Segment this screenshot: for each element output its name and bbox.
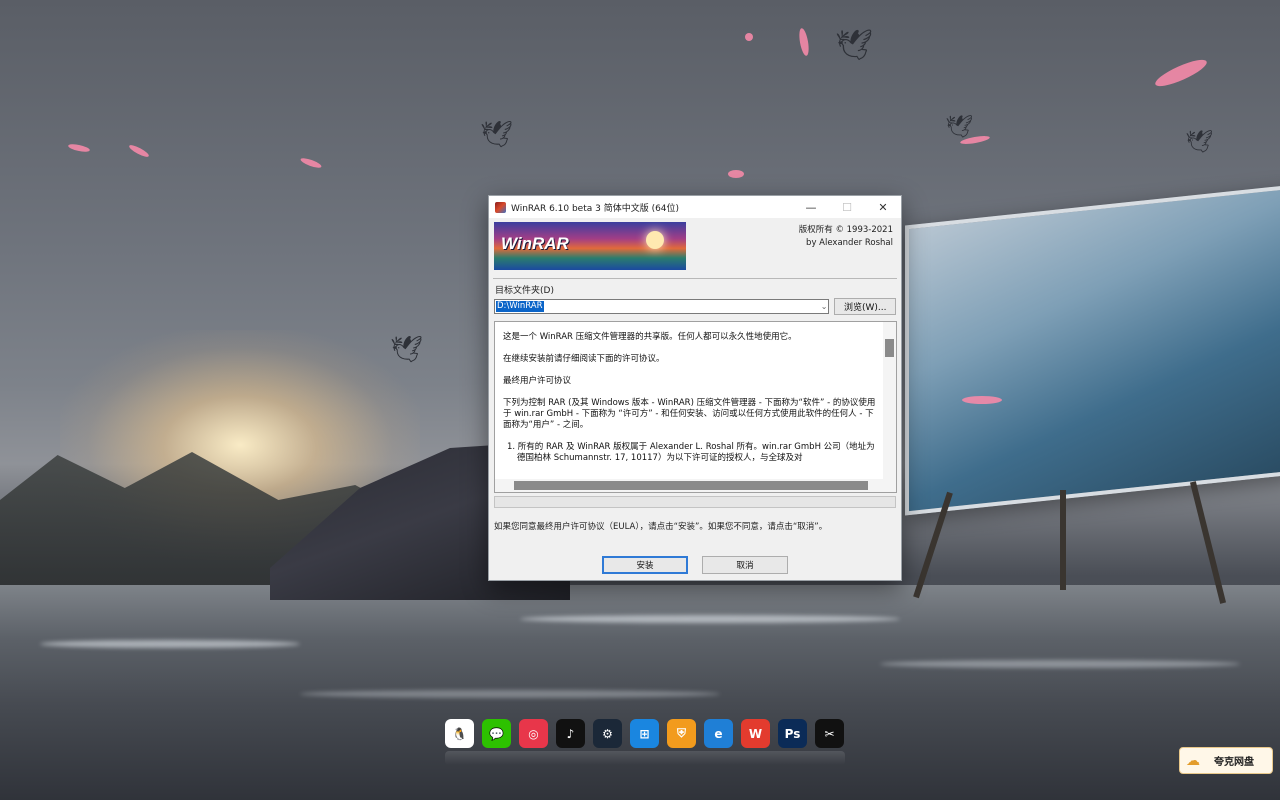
install-button[interactable]: 安装 bbox=[602, 556, 688, 574]
vertical-scroll-thumb[interactable] bbox=[885, 339, 894, 357]
winrar-setup-dialog: WinRAR 6.10 beta 3 简体中文版 (64位) — ☐ ✕ Win… bbox=[488, 195, 902, 581]
dialog-button-row: 安装 取消 bbox=[489, 556, 901, 574]
copyright-author: by Alexander Roshal bbox=[806, 238, 893, 248]
horizontal-scroll-thumb[interactable] bbox=[514, 481, 868, 490]
windows-icon[interactable]: ⊞ bbox=[630, 719, 659, 748]
edge-icon[interactable]: e bbox=[704, 719, 733, 748]
netease-music-icon[interactable]: ◎ bbox=[519, 719, 548, 748]
taskbar: 🐧 💬 ◎ ♪ ⚙ ⊞ ⛨ e W Ps ✂ bbox=[445, 719, 844, 751]
dialog-title: WinRAR 6.10 beta 3 简体中文版 (64位) bbox=[511, 203, 680, 214]
close-button[interactable]: ✕ bbox=[865, 196, 901, 218]
copyright-line: 版权所有 © 1993-2021 bbox=[798, 225, 893, 235]
license-paragraph: 下列为控制 RAR (及其 Windows 版本 - WinRAR) 压缩文件管… bbox=[503, 398, 876, 430]
maximize-button: ☐ bbox=[842, 200, 852, 214]
taskbar-reflection bbox=[445, 751, 845, 765]
scrollbar-corner bbox=[883, 479, 896, 492]
dialog-header: WinRAR 版权所有 © 1993-2021 by Alexander Ros… bbox=[489, 218, 901, 278]
security-shield-icon[interactable]: ⛨ bbox=[667, 719, 696, 748]
wallpaper-foam bbox=[880, 660, 1240, 668]
petal bbox=[67, 142, 91, 154]
petal bbox=[127, 143, 151, 159]
eula-hint: 如果您同意最终用户许可协议（EULA），请点击“安装”。如果您不同意，请点击“取… bbox=[494, 522, 828, 532]
petal bbox=[962, 396, 1002, 404]
bird: 🕊 bbox=[390, 335, 424, 365]
petal bbox=[1152, 55, 1210, 91]
chevron-down-icon[interactable]: ⌄ bbox=[821, 300, 828, 313]
petal bbox=[745, 33, 753, 41]
destination-folder-label: 目标文件夹(D) bbox=[495, 286, 554, 296]
wallpaper-easel-canvas bbox=[905, 184, 1280, 516]
cloud-icon: ☁ bbox=[1186, 752, 1200, 769]
qq-icon[interactable]: 🐧 bbox=[445, 719, 474, 748]
cancel-button[interactable]: 取消 bbox=[702, 556, 788, 574]
bird: 🕊 bbox=[835, 28, 874, 63]
license-horizontal-scrollbar[interactable] bbox=[495, 479, 885, 492]
license-vertical-scrollbar[interactable] bbox=[883, 322, 896, 481]
license-item: 1. 所有的 RAR 及 WinRAR 版权属于 Alexander L. Ro… bbox=[507, 442, 875, 463]
license-paragraph: 这是一个 WinRAR 压缩文件管理器的共享版。任何人都可以永久性地使用它。 bbox=[503, 332, 797, 342]
dialog-titlebar[interactable]: WinRAR 6.10 beta 3 简体中文版 (64位) — ☐ ✕ bbox=[489, 196, 901, 218]
easel-leg bbox=[1060, 490, 1066, 590]
license-content: 这是一个 WinRAR 压缩文件管理器的共享版。任何人都可以永久性地使用它。 在… bbox=[503, 332, 878, 475]
install-progress-bar bbox=[494, 496, 896, 508]
browse-button[interactable]: 浏览(W)... bbox=[834, 298, 896, 315]
winrar-app-icon bbox=[495, 201, 506, 213]
bird: 🕊 bbox=[945, 115, 973, 140]
wps-icon[interactable]: W bbox=[741, 719, 770, 748]
banner-sun bbox=[646, 231, 664, 249]
winrar-banner: WinRAR bbox=[494, 222, 686, 270]
header-separator bbox=[493, 278, 897, 279]
quark-cloud-drive-widget[interactable]: ☁ 夸克网盘 bbox=[1179, 747, 1273, 774]
license-paragraph: 在继续安装前请仔细阅读下面的许可协议。 bbox=[503, 354, 665, 364]
destination-folder-value: D:\WinRAR bbox=[496, 301, 544, 312]
destination-folder-input[interactable]: D:\WinRAR ⌄ bbox=[494, 299, 830, 314]
petal bbox=[299, 156, 323, 170]
photoshop-icon[interactable]: Ps bbox=[778, 719, 807, 748]
petal bbox=[728, 170, 744, 178]
tiktok-icon[interactable]: ♪ bbox=[556, 719, 585, 748]
wallpaper-foam bbox=[520, 615, 900, 623]
license-heading: 最终用户许可协议 bbox=[503, 376, 572, 386]
petal bbox=[797, 27, 811, 57]
license-text-box[interactable]: 这是一个 WinRAR 压缩文件管理器的共享版。任何人都可以永久性地使用它。 在… bbox=[494, 321, 897, 493]
destination-folder-row: D:\WinRAR ⌄ 浏览(W)... bbox=[494, 298, 896, 315]
copyright-text: 版权所有 © 1993-2021 by Alexander Roshal bbox=[799, 224, 893, 250]
capcut-icon[interactable]: ✂ bbox=[815, 719, 844, 748]
cloud-drive-label: 夸克网盘 bbox=[1214, 757, 1254, 768]
bird: 🕊 bbox=[480, 120, 514, 150]
wallpaper-foam bbox=[40, 640, 300, 648]
winrar-logo: WinRAR bbox=[501, 234, 569, 253]
steam-icon[interactable]: ⚙ bbox=[593, 719, 622, 748]
minimize-button[interactable]: — bbox=[793, 196, 829, 218]
wechat-icon[interactable]: 💬 bbox=[482, 719, 511, 748]
wallpaper-foam bbox=[300, 690, 720, 698]
bird: 🕊 bbox=[1185, 130, 1213, 155]
